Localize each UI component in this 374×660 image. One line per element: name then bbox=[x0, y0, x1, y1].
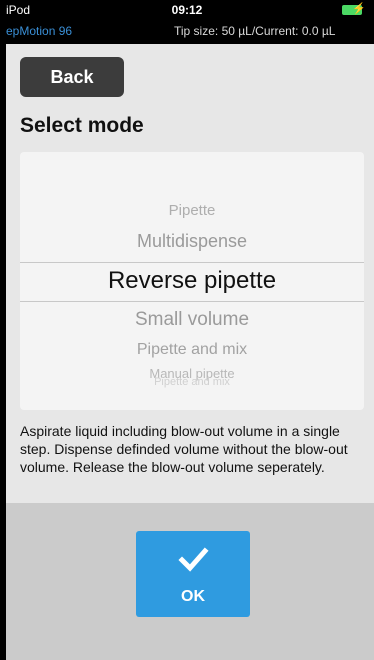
picker-selection-bottom-line bbox=[20, 301, 364, 302]
device-name: epMotion 96 bbox=[6, 24, 73, 38]
picker-option-multidispense[interactable]: Multidispense bbox=[20, 231, 364, 252]
picker-selection-top-line bbox=[20, 262, 364, 263]
action-area: OK bbox=[6, 503, 374, 660]
mode-description: Aspirate liquid including blow-out volum… bbox=[20, 423, 348, 475]
picker-option-pipette[interactable]: Pipette bbox=[20, 202, 364, 219]
checkmark-icon bbox=[178, 547, 209, 572]
mode-picker[interactable]: Pipette Multidispense Reverse pipette Sm… bbox=[20, 152, 364, 410]
clock-time: 09:12 bbox=[171, 3, 203, 17]
picker-option-small-volume[interactable]: Small volume bbox=[20, 309, 364, 331]
instrument-bar: epMotion 96 Tip size: 50 µL/Current: 0.0… bbox=[0, 20, 374, 44]
ok-button[interactable]: OK bbox=[136, 531, 250, 617]
status-bar: iPod 09:12 ⚡ bbox=[0, 0, 374, 20]
mode-selection-panel: Back Select mode Pipette Multidispense R… bbox=[6, 44, 374, 660]
page-title: Select mode bbox=[20, 114, 144, 137]
picker-option-reverse-pipette-selected[interactable]: Reverse pipette bbox=[20, 267, 364, 295]
tip-size-info: Tip size: 50 µL/Current: 0.0 µL bbox=[174, 24, 336, 38]
picker-option-pipette-and-mix[interactable]: Pipette and mix bbox=[20, 341, 364, 359]
ok-label: OK bbox=[181, 588, 205, 605]
picker-option-faded: Pipette and mix bbox=[154, 376, 230, 388]
back-button[interactable]: Back bbox=[20, 57, 124, 97]
battery-icon: ⚡ bbox=[342, 3, 366, 15]
